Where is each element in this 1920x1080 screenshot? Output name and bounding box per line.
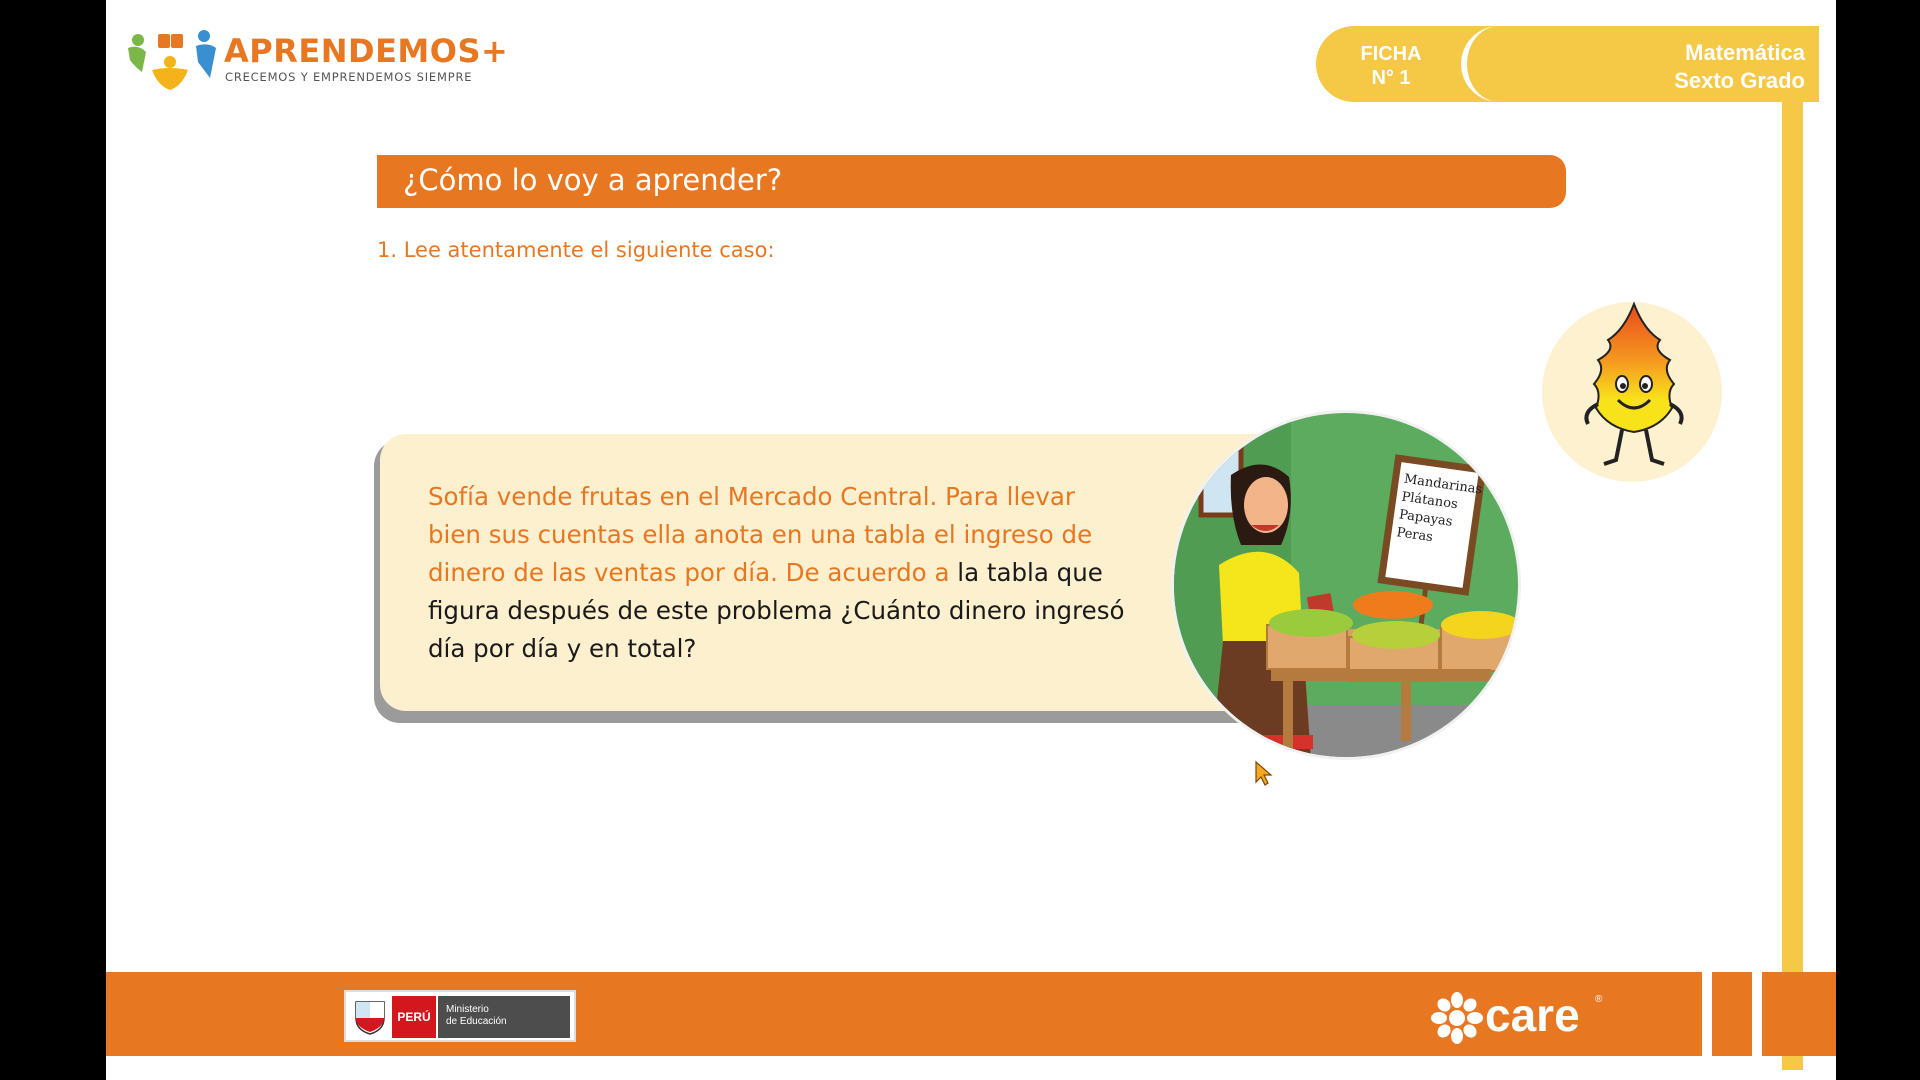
- fruit-vendor-illustration: Mandarinas Plátanos Papayas Peras: [1171, 410, 1521, 760]
- peru-label: PERÚ: [392, 996, 436, 1038]
- case-text: Sofía vende frutas en el Mercado Central…: [428, 478, 1128, 668]
- ficha-line1: FICHA: [1360, 43, 1422, 65]
- section-banner: ¿Cómo lo voy a aprender?: [377, 155, 1566, 208]
- footer-stripe: [1752, 972, 1762, 1056]
- peru-coat-of-arms-icon: [355, 1001, 385, 1035]
- side-accent-bar: [1782, 102, 1803, 1070]
- mouse-cursor-icon: [1255, 760, 1273, 786]
- minedu-logo: PERÚ Ministerio de Educación: [344, 990, 576, 1042]
- subject-grade: Sexto Grado: [1674, 68, 1805, 93]
- ministry-line1: Ministerio: [446, 1004, 489, 1015]
- care-hands-icon: [1431, 992, 1483, 1044]
- subject-label: Matemática Sexto Grado: [1674, 39, 1805, 95]
- section-title: ¿Cómo lo voy a aprender?: [403, 163, 783, 197]
- slide: APRENDEMOS+ CRECEMOS Y EMPRENDEMOS SIEMP…: [106, 0, 1836, 1080]
- ficha-number: N° 1: [1371, 67, 1411, 89]
- brand-tagline: CRECEMOS Y EMPRENDEMOS SIEMPRE: [225, 70, 473, 84]
- flame-mascot-icon: [1584, 301, 1684, 466]
- subject-badge: Matemática Sexto Grado: [1461, 26, 1819, 102]
- ministry-label: Ministerio de Educación: [438, 996, 570, 1038]
- aprendemos-logo: APRENDEMOS+ CRECEMOS Y EMPRENDEMOS SIEMP…: [124, 26, 508, 96]
- footer-stripe: [1702, 972, 1712, 1056]
- ficha-label: FICHA N° 1: [1316, 42, 1466, 90]
- footer-bar: PERÚ Ministerio de Educación care ®: [106, 972, 1836, 1056]
- care-wordmark: care: [1485, 989, 1580, 1041]
- subject-name: Matemática: [1685, 40, 1805, 65]
- care-registered-mark: ®: [1595, 994, 1603, 1005]
- care-logo: care ®: [1431, 989, 1611, 1044]
- ministry-line2: de Educación: [446, 1016, 507, 1027]
- brand-title: APRENDEMOS+: [224, 32, 509, 70]
- step-instruction: 1. Lee atentamente el siguiente caso:: [377, 238, 775, 262]
- people-book-icon: [128, 30, 216, 90]
